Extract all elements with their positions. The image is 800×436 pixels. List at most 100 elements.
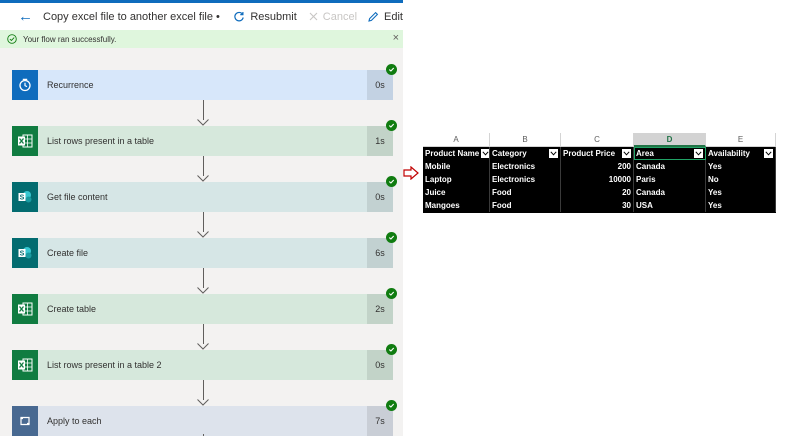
table-cell[interactable]: Electronics [490,173,561,186]
filter-dropdown-icon[interactable] [481,149,489,158]
edit-button[interactable]: Edit [367,11,403,23]
table-row: Mobile Electronics 200 Canada Yes [423,160,776,173]
back-arrow-icon[interactable]: ← [18,9,33,24]
header-cell[interactable]: Availability [706,147,776,160]
succeeded-check-icon [386,288,397,299]
step-apply-to-each[interactable]: Apply to each 7s [12,400,397,436]
connector-arrow-icon [197,287,209,294]
table-cell[interactable]: Food [490,199,561,212]
step-label: List rows present in a table [47,136,155,146]
table-cell[interactable]: Canada [634,160,706,173]
succeeded-check-icon [386,344,397,355]
flow-run-title: Copy excel file to another excel file • … [43,10,221,23]
cancel-button[interactable]: Cancel [309,11,357,23]
flow-run-pane: ← Copy excel file to another excel file … [0,0,403,436]
loop-icon [12,406,38,436]
table-cell[interactable]: 10000 [561,173,634,186]
sharepoint-icon: S [12,182,38,212]
header-cell[interactable]: Product Price [561,147,634,160]
resubmit-button[interactable]: Resubmit [233,10,297,23]
close-icon [309,12,318,21]
table-cell[interactable]: Juice [423,186,490,199]
dismiss-banner-icon[interactable]: × [393,32,399,44]
column-letter[interactable]: E [706,133,776,147]
filter-dropdown-icon[interactable] [694,149,703,158]
column-letter-selected[interactable]: D [634,133,706,147]
connector-line [203,156,204,176]
connector-line [203,268,204,288]
table-cell[interactable]: USA [634,199,706,212]
succeeded-check-icon [386,120,397,131]
succeeded-check-icon [386,64,397,75]
table-row: Juice Food 20 Canada Yes [423,186,776,199]
connector-arrow-icon [197,231,209,238]
step-label: Recurrence [47,80,94,90]
step-list-rows[interactable]: List rows present in a table 1s [12,120,397,156]
step-recurrence[interactable]: Recurrence 0s [12,64,397,100]
table-cell[interactable]: Food [490,186,561,199]
table-cell[interactable]: 200 [561,160,634,173]
connector-line [203,324,204,344]
step-label: Get file content [47,192,108,202]
header-cell-selected[interactable]: Area [634,147,706,160]
table-cell[interactable]: 30 [561,199,634,212]
connector-arrow-icon [197,119,209,126]
table-cell[interactable]: Yes [706,160,776,173]
clock-icon [12,70,38,100]
table-row: Laptop Electronics 10000 Paris No [423,173,776,186]
table-cell[interactable]: Mangoes [423,199,490,212]
table-header-row: Product Name Category Product Price Area… [423,147,776,160]
step-label: Create file [47,248,89,258]
table-bottom-border [423,212,776,213]
table-cell[interactable]: Yes [706,186,776,199]
step-label: List rows present in a table 2 [47,360,162,370]
step-list-rows-2[interactable]: List rows present in a table 2 0s [12,344,397,380]
success-banner: Your flow ran successfully. × [0,30,403,48]
connector-arrow-icon [197,175,209,182]
table-cell[interactable]: 20 [561,186,634,199]
connector-arrow-icon [197,399,209,406]
column-letter[interactable]: C [561,133,634,147]
svg-text:S: S [20,251,25,258]
header-cell[interactable]: Product Name [423,147,490,160]
excel-icon [12,294,38,324]
step-label: Create table [47,304,97,314]
red-pointer-arrow-icon [403,166,419,180]
banner-message: Your flow ran successfully. [23,34,117,44]
edit-label: Edit [384,10,403,23]
resubmit-label: Resubmit [250,10,297,23]
filter-dropdown-icon[interactable] [549,149,558,158]
step-create-table[interactable]: Create table 2s [12,288,397,324]
connector-arrow-icon [197,343,209,350]
column-header-row: A B C D E [423,133,776,147]
svg-text:S: S [20,195,25,202]
excel-table: A B C D E Product Name Category Product … [423,133,776,213]
pencil-icon [367,11,379,23]
filter-dropdown-icon[interactable] [764,149,773,158]
table-cell[interactable]: Canada [634,186,706,199]
table-cell[interactable]: Mobile [423,160,490,173]
step-get-file-content[interactable]: S Get file content 0s [12,176,397,212]
command-bar: ← Copy excel file to another excel file … [0,3,403,30]
table-cell[interactable]: Yes [706,199,776,212]
excel-icon [12,350,38,380]
table-cell[interactable]: Electronics [490,160,561,173]
connector-line [203,100,204,120]
cancel-label: Cancel [322,10,358,23]
header-cell[interactable]: Category [490,147,561,160]
succeeded-check-icon [386,400,397,411]
sharepoint-icon: S [12,238,38,268]
table-cell[interactable]: No [706,173,776,186]
succeeded-check-icon [386,176,397,187]
connector-line [203,212,204,232]
filter-dropdown-icon[interactable] [622,149,631,158]
succeeded-check-icon [386,232,397,243]
success-check-icon [7,34,17,44]
table-row: Mangoes Food 30 USA Yes [423,199,776,212]
table-cell[interactable]: Paris [634,173,706,186]
column-letter[interactable]: A [423,133,490,147]
step-create-file[interactable]: S Create file 6s [12,232,397,268]
excel-icon [12,126,38,156]
table-cell[interactable]: Laptop [423,173,490,186]
column-letter[interactable]: B [490,133,561,147]
